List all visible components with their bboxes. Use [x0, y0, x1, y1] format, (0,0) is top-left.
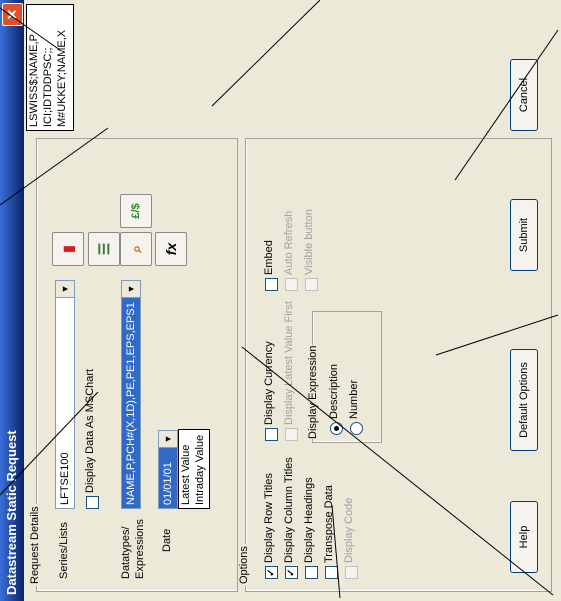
list-edit-icon[interactable]: ☰ — [88, 232, 120, 266]
mschart-label: Display Data As MSChart — [84, 368, 96, 493]
auto-refresh-label: Auto Refresh — [283, 210, 295, 275]
default-options-button[interactable]: Default Options — [510, 349, 538, 451]
visible-button-label: Visible button — [303, 209, 315, 275]
number-label: Number — [348, 379, 360, 419]
close-icon[interactable]: ✕ — [2, 3, 23, 26]
display-headings-label: Display Headings — [303, 477, 315, 563]
series-dropdown-button[interactable]: ▼ — [55, 280, 75, 298]
date-option[interactable]: Intraday Value — [193, 430, 207, 508]
number-radio[interactable] — [350, 422, 363, 435]
static-request-dialog: Datastream Static Request ✕ Request Deta… — [0, 0, 561, 601]
description-radio[interactable] — [330, 422, 343, 435]
date-option[interactable]: Latest Value — [179, 430, 193, 508]
options-label: Options — [238, 544, 250, 586]
currency-icon[interactable]: £/$ — [120, 194, 152, 228]
series-label: Series/Lists — [58, 522, 70, 579]
date-dropdown-list: Latest Value Intraday Value — [178, 429, 210, 509]
tooltip-line: ICI;IDTDDPSC;; — [42, 47, 54, 127]
display-code-checkbox — [345, 566, 358, 579]
display-headings-checkbox[interactable] — [305, 566, 318, 579]
display-latest-value-first-checkbox — [285, 428, 298, 441]
display-row-titles-label: Display Row Titles — [263, 473, 275, 563]
submit-button[interactable]: Submit — [510, 199, 538, 271]
auto-refresh-checkbox — [285, 278, 298, 291]
cancel-button[interactable]: Cancel — [510, 59, 538, 131]
transpose-data-checkbox[interactable] — [325, 566, 338, 579]
visible-button-checkbox — [305, 278, 318, 291]
window-title: Datastream Static Request — [4, 430, 19, 595]
tooltip-line: M#UKKEY;NAME,X — [56, 29, 68, 127]
red-bookmark-icon[interactable]: ▮ — [52, 232, 84, 266]
search-datatypes-icon[interactable]: ⌕ — [120, 232, 152, 266]
display-currency-label: Display Currency — [263, 341, 275, 425]
display-expression-label: Display Expression — [307, 345, 319, 439]
date-dropdown-button[interactable]: ▼ — [158, 430, 178, 448]
datatypes-label-1: Datatypes/ — [120, 526, 132, 579]
embed-checkbox[interactable] — [265, 278, 278, 291]
embed-label: Embed — [263, 240, 275, 275]
datatypes-dropdown-button[interactable]: ▼ — [121, 280, 141, 298]
function-icon[interactable]: fx — [155, 232, 187, 266]
tooltip-line: LSWISS$;NAME,P — [28, 34, 40, 127]
title-bar: Datastream Static Request ✕ — [0, 0, 24, 601]
display-currency-checkbox[interactable] — [265, 428, 278, 441]
datatypes-input[interactable]: NAME,P,PCH#(X,1D),PE,PE1,EPS,EPS1 — [121, 294, 141, 509]
datatypes-label-2: Expressions — [134, 519, 146, 579]
mschart-checkbox[interactable] — [86, 496, 99, 509]
display-expression-group — [312, 311, 382, 443]
description-label: Description — [328, 363, 340, 419]
display-row-titles-checkbox[interactable]: ✓ — [265, 566, 278, 579]
datatypes-tooltip: LSWISS$;NAME,P ICI;IDTDDPSC;; M#UKKEY;NA… — [26, 4, 74, 131]
help-button[interactable]: Help — [510, 501, 538, 573]
screenshot-scene: Datastream Static Request ✕ Request Deta… — [0, 0, 561, 601]
transpose-data-label: Transpose Data — [323, 485, 335, 563]
display-column-titles-label: Display Column Titles — [283, 457, 295, 563]
request-details-label: Request Details — [29, 504, 41, 586]
display-latest-value-first-label: Display Latest Value First — [283, 301, 295, 425]
display-column-titles-checkbox[interactable]: ✓ — [285, 566, 298, 579]
date-input[interactable]: 01/01/01 — [158, 444, 178, 509]
date-label: Date — [161, 528, 173, 552]
display-code-label: Display Code — [343, 497, 355, 563]
series-input[interactable]: LFTSE100 — [55, 294, 75, 509]
